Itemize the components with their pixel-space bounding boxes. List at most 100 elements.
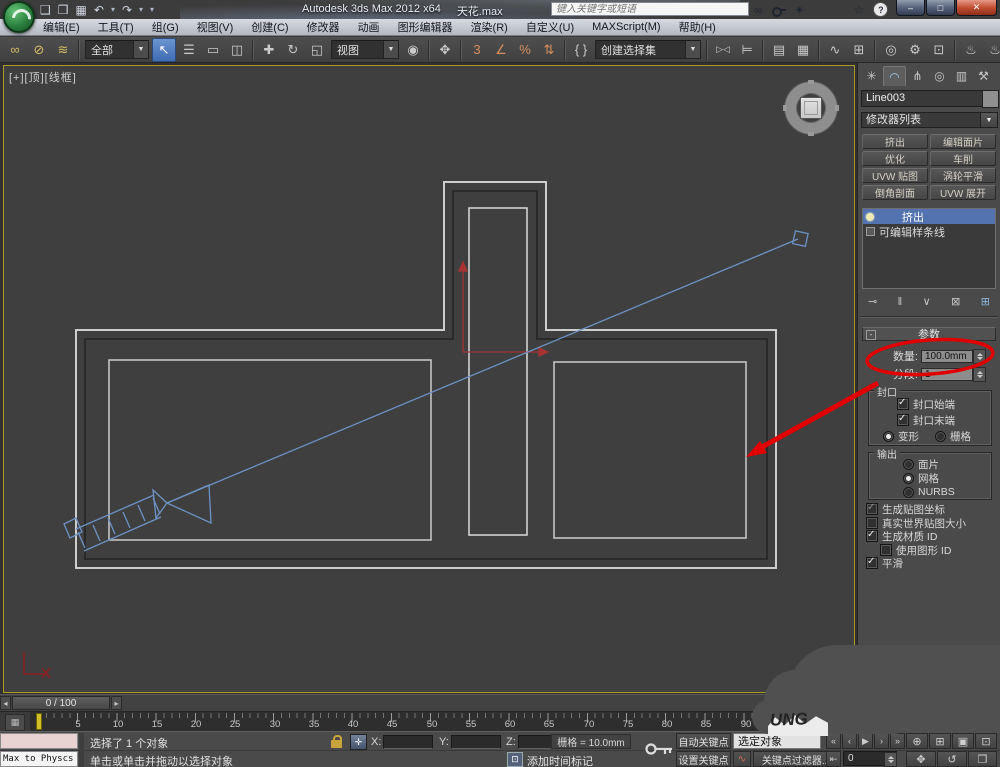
amount-field[interactable]: 100.0mm bbox=[921, 349, 973, 363]
schematic-view-button[interactable]: ⊞ bbox=[848, 39, 870, 61]
bind-to-space-warp-icon[interactable]: ≋ bbox=[52, 39, 74, 61]
amount-spinner[interactable] bbox=[973, 348, 986, 364]
modbtn-edit-patch[interactable]: 编辑面片 bbox=[930, 134, 996, 149]
search-binoculars-icon[interactable]: ∞ bbox=[754, 3, 763, 17]
select-by-name-button[interactable]: ☰ bbox=[178, 39, 200, 61]
layer-manager-button[interactable]: ▤ bbox=[768, 39, 790, 61]
zoom-all-button[interactable]: ⊞ bbox=[929, 733, 951, 749]
time-slider-next-button[interactable]: ▸ bbox=[111, 696, 122, 710]
angle-snap-button[interactable]: ∠ bbox=[490, 39, 512, 61]
object-color-swatch[interactable] bbox=[982, 90, 999, 108]
listener-resize-grip[interactable] bbox=[79, 733, 84, 767]
menu-group[interactable]: 组(G) bbox=[143, 19, 188, 35]
pin-stack-button[interactable]: ⊸ bbox=[868, 295, 877, 308]
pan-button[interactable]: ✥ bbox=[906, 751, 936, 767]
play-button[interactable]: ▶ bbox=[858, 733, 873, 749]
selection-filter-select[interactable]: 全部 ▼ bbox=[85, 40, 149, 59]
key-filter-curve-icon[interactable]: ∿ bbox=[733, 751, 751, 767]
snaps-toggle-button[interactable]: 3 bbox=[466, 39, 488, 61]
menu-create[interactable]: 创建(C) bbox=[242, 19, 297, 35]
selection-lock-icon[interactable] bbox=[331, 735, 342, 748]
close-button[interactable]: ✕ bbox=[956, 0, 997, 16]
select-and-move-button[interactable]: ✚ bbox=[258, 39, 280, 61]
named-selection-sets-select[interactable]: 创建选择集 ▼ bbox=[595, 40, 701, 59]
render-iterative-button[interactable]: ♨ bbox=[960, 39, 982, 61]
redo-dropdown-icon[interactable]: ▾ bbox=[139, 5, 143, 14]
tab-motion[interactable]: ◎ bbox=[929, 66, 950, 85]
selection-region-button[interactable]: ▭ bbox=[202, 39, 224, 61]
viewport-canvas[interactable]: [+][顶][线框] bbox=[3, 65, 855, 693]
undo-icon[interactable]: ↶ bbox=[94, 3, 104, 17]
unlink-selection-icon[interactable]: ⊘ bbox=[28, 39, 50, 61]
gen-material-ids-checkbox[interactable] bbox=[866, 529, 878, 542]
patch-radio[interactable] bbox=[903, 458, 914, 470]
tab-hierarchy[interactable]: ⋔ bbox=[907, 66, 928, 85]
communication-center-icon[interactable]: ✴ bbox=[795, 3, 805, 17]
percent-snap-button[interactable]: % bbox=[514, 39, 536, 61]
mesh-radio[interactable] bbox=[903, 472, 914, 484]
select-and-rotate-button[interactable]: ↻ bbox=[282, 39, 304, 61]
save-file-icon[interactable]: ▦ bbox=[76, 3, 87, 17]
modbtn-unwrap-uvw[interactable]: UVW 展开 bbox=[930, 185, 996, 200]
minimize-button[interactable]: – bbox=[896, 0, 925, 16]
app-logo[interactable] bbox=[3, 1, 35, 33]
mini-curve-editor-button[interactable]: ▦ bbox=[5, 714, 25, 731]
modbtn-turbosmooth[interactable]: 涡轮平滑 bbox=[930, 168, 996, 183]
zoom-extents-button[interactable]: ▣ bbox=[952, 733, 974, 749]
maximize-button[interactable]: □ bbox=[926, 0, 955, 16]
make-unique-button[interactable]: ∨ bbox=[923, 295, 931, 308]
tab-display[interactable]: ▥ bbox=[951, 66, 972, 85]
next-frame-button[interactable]: › bbox=[874, 733, 889, 749]
cap-end-checkbox[interactable] bbox=[897, 413, 909, 426]
configure-modifier-sets-button[interactable]: ⊞ bbox=[981, 295, 990, 308]
curve-editor-button[interactable]: ∿ bbox=[824, 39, 846, 61]
modifier-list-select[interactable]: 修改器列表 ▼ bbox=[861, 112, 998, 128]
undo-dropdown-icon[interactable]: ▾ bbox=[111, 5, 115, 14]
segments-spinner[interactable] bbox=[973, 366, 986, 382]
modbtn-bevel-profile[interactable]: 倒角剖面 bbox=[862, 185, 928, 200]
render-production-button[interactable]: ♨ bbox=[984, 39, 1000, 61]
edit-named-selection-sets-button[interactable]: { } bbox=[570, 39, 592, 61]
modbtn-lathe[interactable]: 车削 bbox=[930, 151, 996, 166]
use-pivot-center-button[interactable]: ◉ bbox=[402, 39, 424, 61]
menu-graph-editors[interactable]: 图形编辑器 bbox=[389, 19, 462, 35]
orbit-button[interactable]: ↺ bbox=[937, 751, 967, 767]
maximize-viewport-button[interactable]: ❒ bbox=[968, 751, 997, 767]
tab-modify[interactable]: ◠ bbox=[883, 66, 906, 86]
menu-tools[interactable]: 工具(T) bbox=[89, 19, 143, 35]
menu-maxscript[interactable]: MAXScript(M) bbox=[583, 21, 669, 33]
select-and-manipulate-button[interactable]: ✥ bbox=[434, 39, 456, 61]
morph-radio[interactable] bbox=[883, 430, 894, 442]
x-coordinate-field[interactable] bbox=[383, 735, 433, 749]
redo-icon[interactable]: ↷ bbox=[122, 3, 132, 17]
zoom-button[interactable]: ⊕ bbox=[906, 733, 928, 749]
favorites-star-icon[interactable]: ☆ bbox=[854, 3, 865, 17]
parameters-rollout-header[interactable]: - 参数 bbox=[862, 327, 996, 341]
time-slider-handle[interactable]: 0 / 100 bbox=[12, 696, 110, 710]
object-name-field[interactable]: Line003 bbox=[861, 90, 983, 107]
smooth-checkbox[interactable] bbox=[866, 556, 878, 569]
gen-mapping-coords-checkbox[interactable] bbox=[866, 502, 878, 515]
zoom-region-button[interactable]: ⊡ bbox=[975, 733, 997, 749]
current-frame-marker[interactable] bbox=[36, 713, 42, 730]
key-mode-toggle-button[interactable]: ⇤ bbox=[826, 751, 841, 767]
modbtn-uvw-map[interactable]: UVW 贴图 bbox=[862, 168, 928, 183]
help-icon[interactable]: ? bbox=[873, 2, 889, 17]
subscription-key-icon[interactable] bbox=[771, 6, 786, 17]
grid-radio[interactable] bbox=[935, 430, 946, 442]
tab-utilities[interactable]: ⚒ bbox=[973, 66, 994, 85]
cap-start-checkbox[interactable] bbox=[897, 397, 909, 410]
modifier-enable-bulb-icon[interactable] bbox=[866, 212, 874, 221]
nurbs-radio[interactable] bbox=[903, 486, 914, 498]
select-and-scale-button[interactable]: ◱ bbox=[306, 39, 328, 61]
stack-item-editable-spline[interactable]: 可编辑样条线 bbox=[863, 224, 995, 239]
open-file-icon[interactable]: ❒ bbox=[58, 3, 69, 17]
reference-coordinate-select[interactable]: 视图 ▼ bbox=[331, 40, 399, 59]
menu-rendering[interactable]: 渲染(R) bbox=[462, 19, 517, 35]
add-time-tag[interactable]: 添加时间标记 bbox=[527, 753, 593, 767]
auto-key-button[interactable]: 自动关键点 bbox=[676, 733, 731, 749]
modbtn-extrude[interactable]: 挤出 bbox=[862, 134, 928, 149]
set-key-button[interactable]: 设置关键点 bbox=[676, 751, 731, 767]
previous-frame-button[interactable]: ‹ bbox=[842, 733, 857, 749]
tab-create[interactable]: ✳ bbox=[861, 66, 882, 85]
